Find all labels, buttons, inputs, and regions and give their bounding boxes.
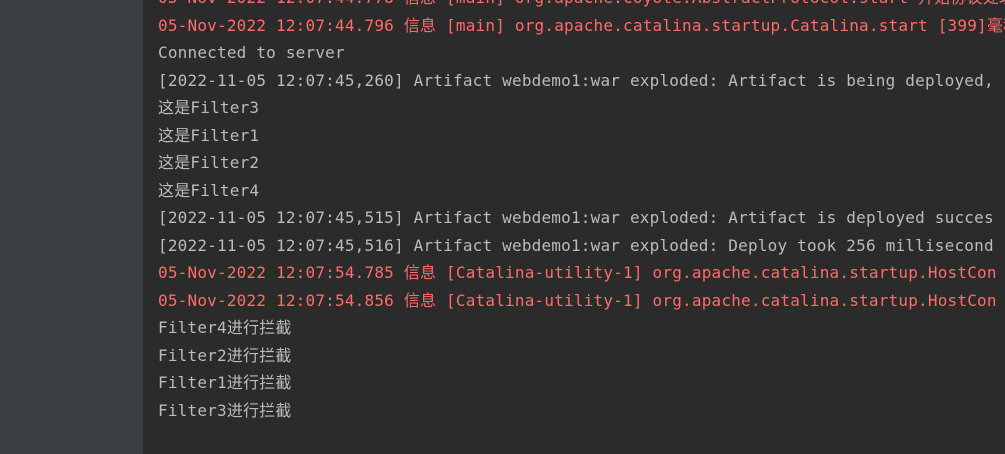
- log-line: 这是Filter1: [158, 125, 260, 145]
- console-log: 05-Nov-2022 12:07:44.778 信息 [main] org.a…: [158, 0, 1005, 424]
- log-line: Filter1进行拦截: [158, 373, 292, 392]
- log-line: 05-Nov-2022 12:07:54.785 信息 [Catalina-ut…: [158, 263, 997, 282]
- log-line: [2022-11-05 12:07:45,516] Artifact webde…: [158, 235, 994, 255]
- log-line: 这是Filter4: [158, 180, 260, 200]
- log-line: Connected to server: [158, 43, 345, 62]
- log-line: Filter3进行拦截: [158, 400, 292, 420]
- log-line: Filter2进行拦截: [158, 345, 292, 365]
- log-line: 这是Filter3: [158, 98, 260, 117]
- log-line: Filter4进行拦截: [158, 318, 292, 337]
- log-line: 05-Nov-2022 12:07:44.796 信息 [main] org.a…: [158, 15, 1005, 35]
- console-gutter: [0, 0, 143, 454]
- log-line: 05-Nov-2022 12:07:44.778 信息 [main] org.a…: [158, 0, 1005, 12]
- log-line: [2022-11-05 12:07:45,260] Artifact webde…: [158, 70, 994, 90]
- ide-run-console-window: 05-Nov-2022 12:07:44.778 信息 [main] org.a…: [0, 0, 1005, 454]
- console-output-panel[interactable]: 05-Nov-2022 12:07:44.778 信息 [main] org.a…: [143, 0, 1005, 454]
- log-line: 这是Filter2: [158, 153, 260, 172]
- log-line: [2022-11-05 12:07:45,515] Artifact webde…: [158, 208, 994, 227]
- log-line: 05-Nov-2022 12:07:54.856 信息 [Catalina-ut…: [158, 290, 997, 310]
